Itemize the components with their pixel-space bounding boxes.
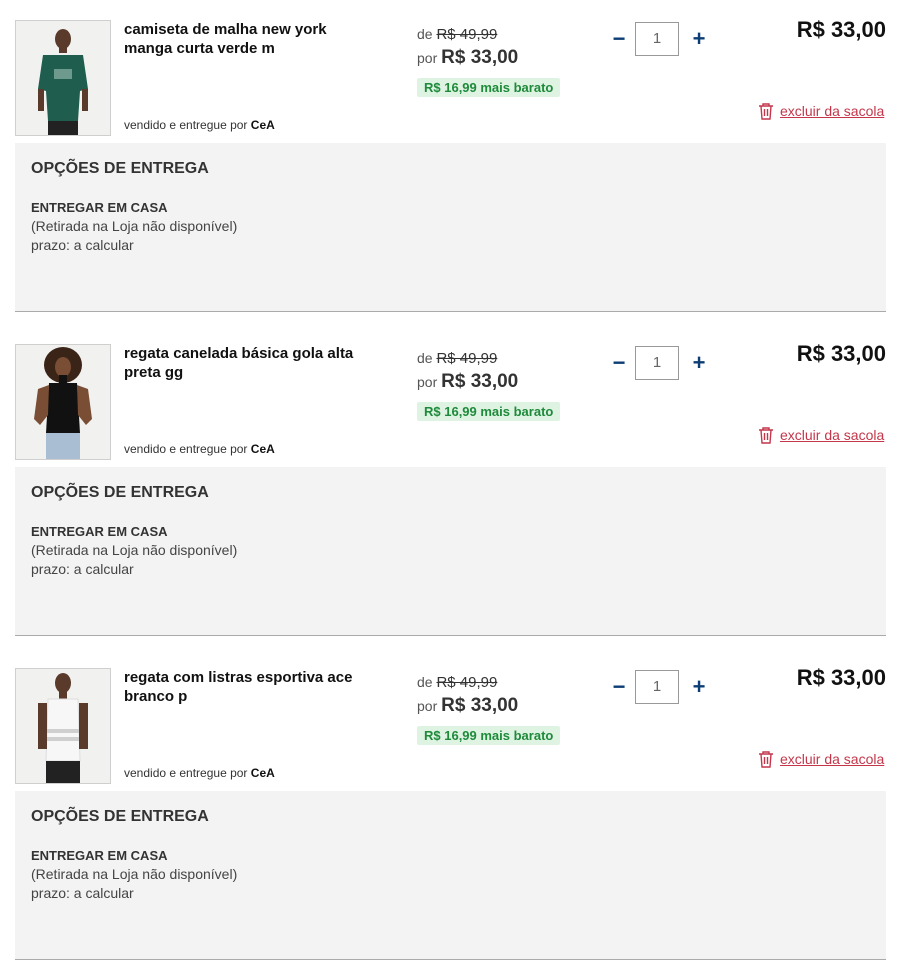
quantity-stepper: − 1 + [608, 670, 718, 706]
trash-icon [758, 102, 774, 120]
delivery-term: prazo: a calcular [31, 561, 134, 577]
delivery-title: OPÇÕES DE ENTREGA [31, 808, 209, 825]
old-price: R$ 49,99 [436, 350, 498, 367]
increase-quantity-button[interactable]: + [688, 351, 710, 375]
savings-badge: R$ 16,99 mais barato [417, 78, 561, 97]
quantity-stepper: − 1 + [608, 22, 718, 58]
old-price-prefix: de [417, 674, 433, 690]
seller-prefix: vendido e entregue por [124, 118, 248, 132]
trash-icon [758, 750, 774, 768]
old-price: R$ 49,99 [436, 674, 498, 691]
old-price-prefix: de [417, 26, 433, 42]
new-price-prefix: por [417, 374, 438, 390]
increase-quantity-button[interactable]: + [688, 675, 710, 699]
new-price-prefix: por [417, 50, 438, 66]
old-price: R$ 49,99 [436, 26, 498, 43]
seller-info: vendido e entregue por CeA [124, 118, 275, 132]
quantity-stepper: − 1 + [608, 346, 718, 382]
remove-item-link[interactable]: excluir da sacola [758, 426, 884, 444]
remove-item-link[interactable]: excluir da sacola [758, 750, 884, 768]
decrease-quantity-button[interactable]: − [608, 675, 630, 699]
product-image[interactable] [15, 668, 111, 784]
quantity-input[interactable]: 1 [635, 670, 679, 704]
price-block: de R$ 49,99 por R$ 33,00 R$ 16,99 mais b… [417, 23, 561, 97]
price-block: de R$ 49,99 por R$ 33,00 R$ 16,99 mais b… [417, 671, 561, 745]
remove-item-label[interactable]: excluir da sacola [780, 103, 884, 119]
decrease-quantity-button[interactable]: − [608, 351, 630, 375]
seller-info: vendido e entregue por CeA [124, 766, 275, 780]
delivery-title: OPÇÕES DE ENTREGA [31, 160, 209, 177]
delivery-options: OPÇÕES DE ENTREGA ENTREGAR EM CASA (Reti… [15, 143, 886, 312]
delivery-note: (Retirada na Loja não disponível) [31, 218, 238, 234]
delivery-note: (Retirada na Loja não disponível) [31, 542, 238, 558]
increase-quantity-button[interactable]: + [688, 27, 710, 51]
delivery-term: prazo: a calcular [31, 885, 134, 901]
delivery-title: OPÇÕES DE ENTREGA [31, 484, 209, 501]
item-total: R$ 33,00 [796, 17, 886, 42]
quantity-input[interactable]: 1 [635, 22, 679, 56]
seller-prefix: vendido e entregue por [124, 442, 248, 456]
seller-name: CeA [250, 766, 275, 780]
delivery-note: (Retirada na Loja não disponível) [31, 866, 238, 882]
product-name[interactable]: camiseta de malha new york manga curta v… [124, 20, 374, 58]
new-price: R$ 33,00 [441, 371, 519, 392]
savings-badge: R$ 16,99 mais barato [417, 726, 561, 745]
new-price: R$ 33,00 [441, 695, 519, 716]
item-total: R$ 33,00 [796, 665, 886, 690]
delivery-options: OPÇÕES DE ENTREGA ENTREGAR EM CASA (Reti… [15, 791, 886, 960]
old-price-prefix: de [417, 350, 433, 366]
price-block: de R$ 49,99 por R$ 33,00 R$ 16,99 mais b… [417, 347, 561, 421]
trash-icon [758, 426, 774, 444]
seller-name: CeA [250, 442, 275, 456]
quantity-input[interactable]: 1 [635, 346, 679, 380]
new-price-prefix: por [417, 698, 438, 714]
product-image[interactable] [15, 344, 111, 460]
delivery-option: ENTREGAR EM CASA [31, 524, 168, 539]
seller-prefix: vendido e entregue por [124, 766, 248, 780]
savings-badge: R$ 16,99 mais barato [417, 402, 561, 421]
delivery-options: OPÇÕES DE ENTREGA ENTREGAR EM CASA (Reti… [15, 467, 886, 636]
remove-item-link[interactable]: excluir da sacola [758, 102, 884, 120]
product-name[interactable]: regata canelada básica gola alta preta g… [124, 344, 374, 382]
seller-info: vendido e entregue por CeA [124, 442, 275, 456]
seller-name: CeA [250, 118, 275, 132]
product-name[interactable]: regata com listras esportiva ace branco … [124, 668, 374, 706]
product-image[interactable] [15, 20, 111, 136]
delivery-option: ENTREGAR EM CASA [31, 848, 168, 863]
delivery-option: ENTREGAR EM CASA [31, 200, 168, 215]
delivery-term: prazo: a calcular [31, 237, 134, 253]
decrease-quantity-button[interactable]: − [608, 27, 630, 51]
remove-item-label[interactable]: excluir da sacola [780, 751, 884, 767]
remove-item-label[interactable]: excluir da sacola [780, 427, 884, 443]
item-total: R$ 33,00 [796, 341, 886, 366]
new-price: R$ 33,00 [441, 47, 519, 68]
